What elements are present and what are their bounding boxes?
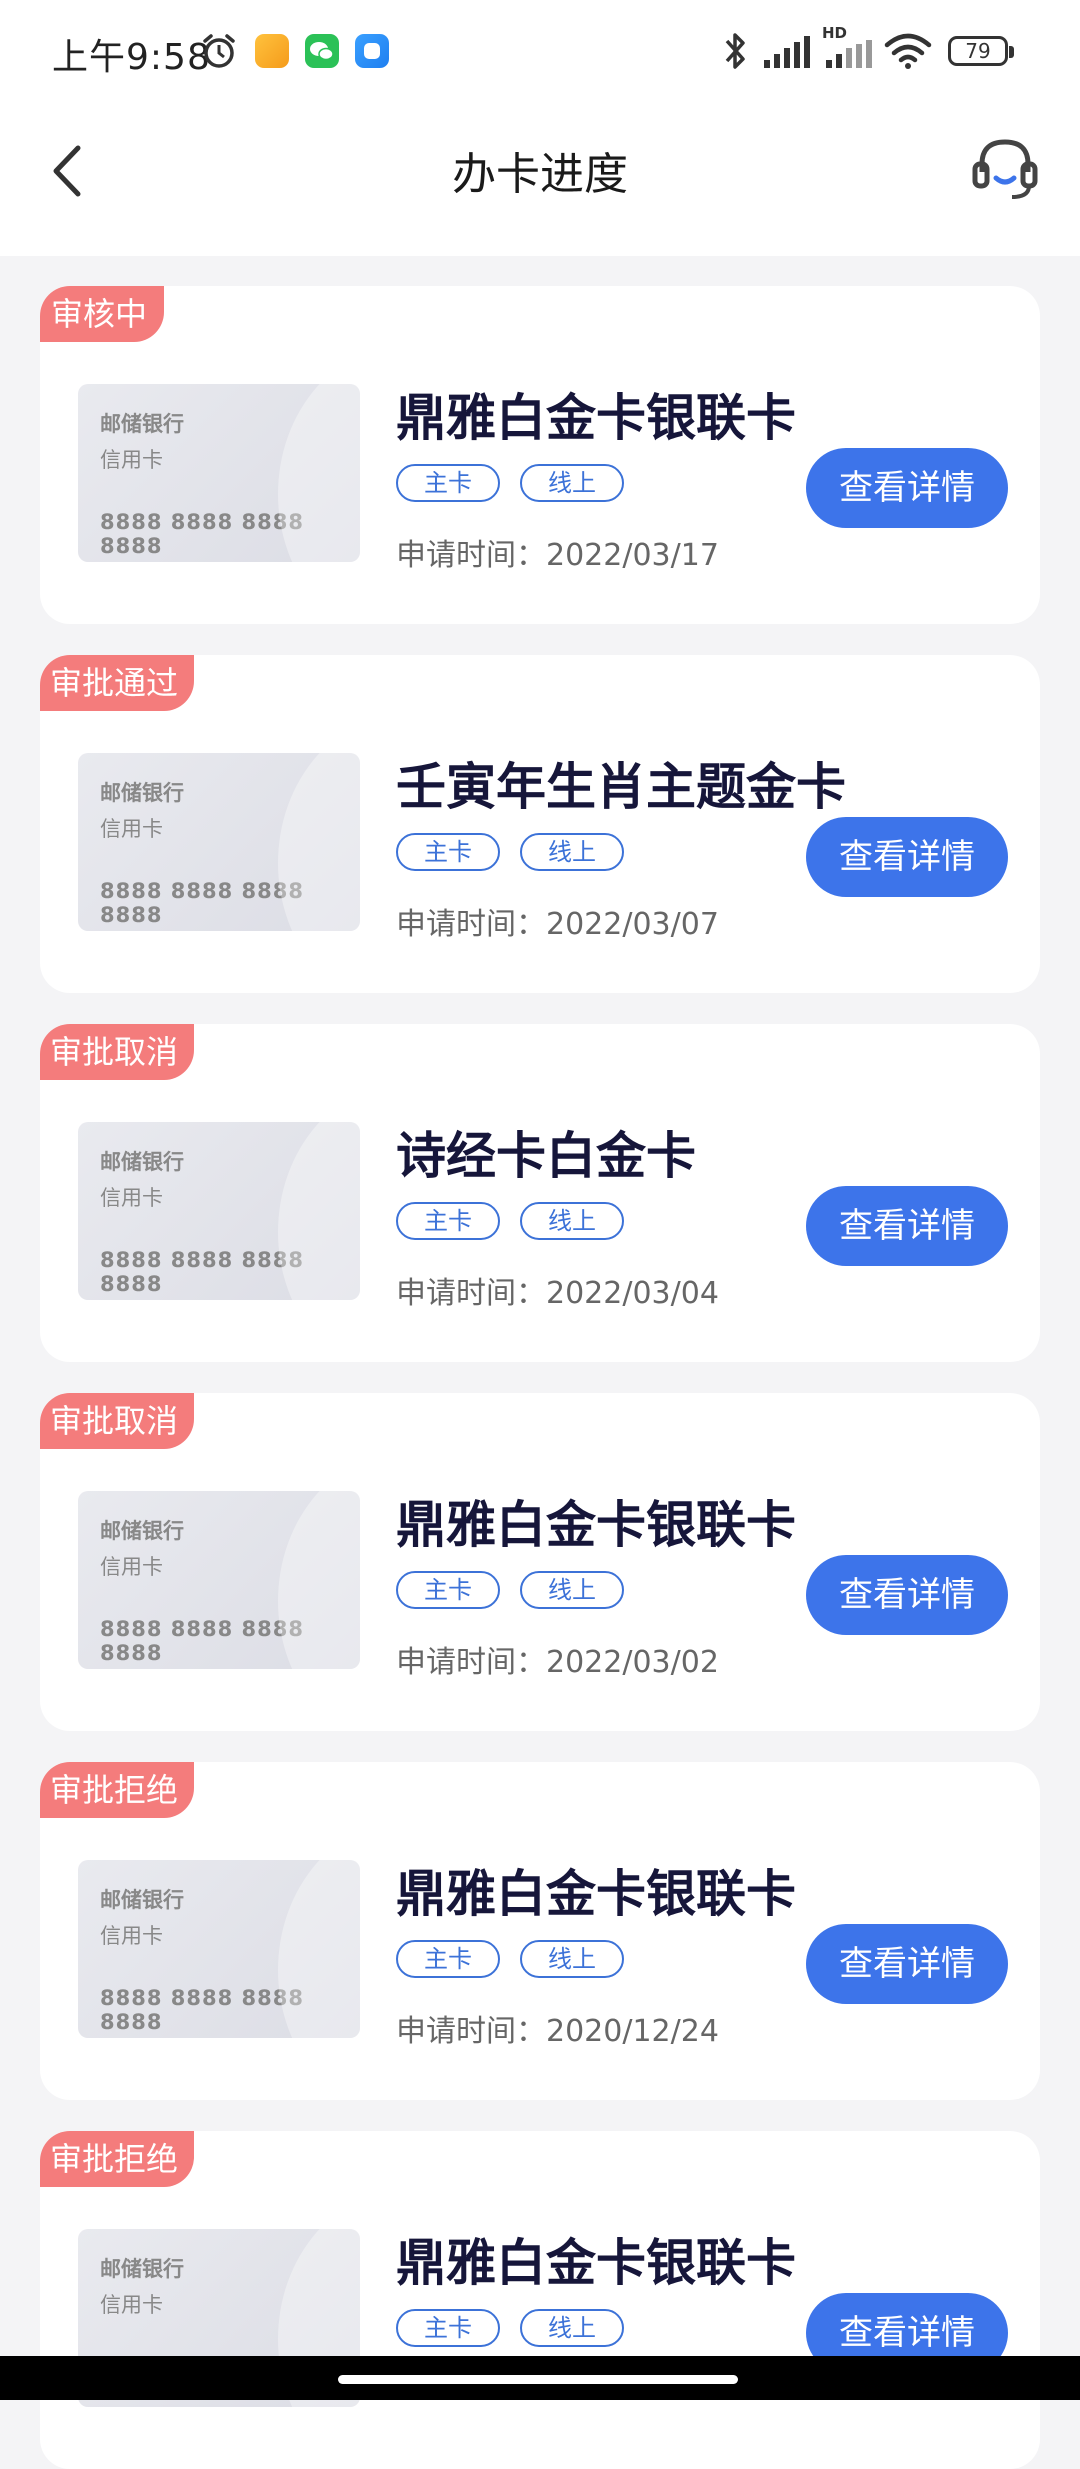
tag-primary-card: 主卡 xyxy=(396,833,500,871)
card-name: 诗经卡白金卡 xyxy=(396,1127,696,1185)
view-details-button[interactable]: 查看详情 xyxy=(806,817,1008,897)
card-bank-label: 邮储银行 xyxy=(100,1888,184,1912)
alarm-icon xyxy=(203,34,235,68)
wifi-icon xyxy=(884,33,932,69)
card-image: 邮储银行 信用卡 8888 8888 8888 8888 xyxy=(78,753,360,931)
tag-online: 线上 xyxy=(520,1571,624,1609)
card-name: 鼎雅白金卡银联卡 xyxy=(396,1865,796,1923)
application-card[interactable]: 审核中 邮储银行 信用卡 8888 8888 8888 8888 鼎雅白金卡银联… xyxy=(40,286,1040,624)
view-details-button[interactable]: 查看详情 xyxy=(806,448,1008,528)
card-bank-label: 邮储银行 xyxy=(100,2257,184,2281)
customer-service-icon[interactable] xyxy=(972,134,1038,204)
status-badge: 审批取消 xyxy=(40,1393,195,1449)
card-type-label: 信用卡 xyxy=(100,1555,163,1579)
tag-online: 线上 xyxy=(520,833,624,871)
status-badge: 审批拒绝 xyxy=(40,2131,195,2187)
view-details-button[interactable]: 查看详情 xyxy=(806,1555,1008,1635)
bluetooth-icon xyxy=(725,33,745,69)
view-details-button[interactable]: 查看详情 xyxy=(806,1186,1008,1266)
application-card[interactable]: 审批拒绝 邮储银行 信用卡 8888 8888 8888 8888 鼎雅白金卡银… xyxy=(40,1762,1040,2100)
system-nav-bar xyxy=(0,2356,1080,2400)
tag-primary-card: 主卡 xyxy=(396,2309,500,2347)
hd-signal-icon xyxy=(826,40,872,68)
apply-time: 申请时间：2022/03/17 xyxy=(396,538,719,573)
battery-icon: 79 xyxy=(948,36,1014,66)
notes-app-icon xyxy=(255,34,289,68)
signal-icon xyxy=(764,36,810,68)
status-badge: 审批取消 xyxy=(40,1024,195,1080)
card-name: 鼎雅白金卡银联卡 xyxy=(396,1496,796,1554)
card-number: 8888 8888 8888 8888 xyxy=(100,879,304,927)
page-title: 办卡进度 xyxy=(452,149,628,200)
card-bank-label: 邮储银行 xyxy=(100,412,184,436)
card-image: 邮储银行 信用卡 8888 8888 8888 8888 xyxy=(78,1860,360,2038)
status-badge: 审批通过 xyxy=(40,655,195,711)
card-type-label: 信用卡 xyxy=(100,448,163,472)
tag-online: 线上 xyxy=(520,2309,624,2347)
view-details-button[interactable]: 查看详情 xyxy=(806,1924,1008,2004)
application-card[interactable]: 审批通过 邮储银行 信用卡 8888 8888 8888 8888 壬寅年生肖主… xyxy=(40,655,1040,993)
card-bank-label: 邮储银行 xyxy=(100,1519,184,1543)
card-name: 壬寅年生肖主题金卡 xyxy=(396,758,846,816)
card-bank-label: 邮储银行 xyxy=(100,781,184,805)
card-type-label: 信用卡 xyxy=(100,1186,163,1210)
card-image: 邮储银行 信用卡 8888 8888 8888 8888 xyxy=(78,384,360,562)
card-bank-label: 邮储银行 xyxy=(100,1150,184,1174)
header-bar: 办卡进度 xyxy=(0,100,1080,256)
tag-online: 线上 xyxy=(520,1940,624,1978)
card-type-label: 信用卡 xyxy=(100,1924,163,1948)
card-number: 8888 8888 8888 8888 xyxy=(100,510,304,558)
card-type-label: 信用卡 xyxy=(100,817,163,841)
card-name: 鼎雅白金卡银联卡 xyxy=(396,2234,796,2292)
app-icon xyxy=(355,34,389,68)
apply-time: 申请时间：2022/03/02 xyxy=(396,1645,719,1680)
tag-primary-card: 主卡 xyxy=(396,1202,500,1240)
tag-primary-card: 主卡 xyxy=(396,1571,500,1609)
card-number: 8888 8888 8888 8888 xyxy=(100,1986,304,2034)
status-badge: 审核中 xyxy=(40,286,164,342)
card-image: 邮储银行 信用卡 8888 8888 8888 8888 xyxy=(78,1491,360,1669)
card-type-label: 信用卡 xyxy=(100,2293,163,2317)
tag-primary-card: 主卡 xyxy=(396,464,500,502)
application-card[interactable]: 审批取消 邮储银行 信用卡 8888 8888 8888 8888 诗经卡白金卡… xyxy=(40,1024,1040,1362)
apply-time: 申请时间：2020/12/24 xyxy=(396,2014,719,2049)
apply-time: 申请时间：2022/03/07 xyxy=(396,907,719,942)
card-number: 8888 8888 8888 8888 xyxy=(100,1248,304,1296)
application-card[interactable]: 审批取消 邮储银行 信用卡 8888 8888 8888 8888 鼎雅白金卡银… xyxy=(40,1393,1040,1731)
card-name: 鼎雅白金卡银联卡 xyxy=(396,389,796,447)
tag-primary-card: 主卡 xyxy=(396,1940,500,1978)
status-time: 上午9:58 xyxy=(52,37,211,78)
status-badge: 审批拒绝 xyxy=(40,1762,195,1818)
home-indicator[interactable] xyxy=(338,2375,738,2384)
wechat-app-icon xyxy=(305,34,339,68)
tag-online: 线上 xyxy=(520,464,624,502)
tag-online: 线上 xyxy=(520,1202,624,1240)
application-card[interactable]: 审批拒绝 邮储银行 信用卡 8888 8888 8888 8888 鼎雅白金卡银… xyxy=(40,2131,1040,2469)
status-bar: 上午9:58 HD 79 xyxy=(0,0,1080,100)
card-number: 8888 8888 8888 8888 xyxy=(100,1617,304,1665)
apply-time: 申请时间：2022/03/04 xyxy=(396,1276,719,1311)
card-image: 邮储银行 信用卡 8888 8888 8888 8888 xyxy=(78,1122,360,1300)
